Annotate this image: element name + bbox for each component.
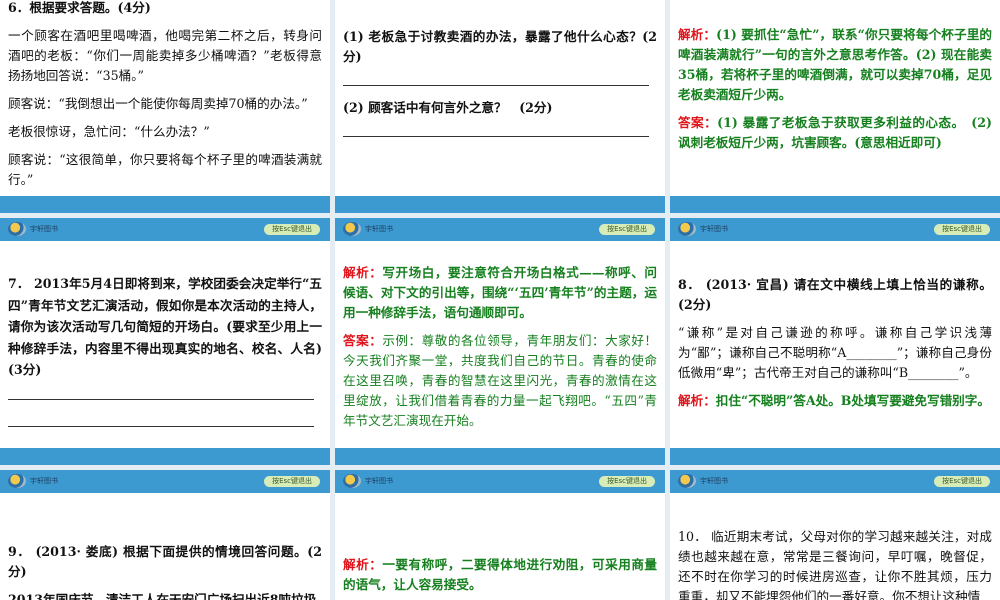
passage: 顾客说：“这很简单，你只要将每个杯子里的啤酒装满就行。”: [8, 152, 322, 187]
slide-header-bar: 宇轩图书 按Esc键退出: [335, 218, 665, 241]
slide-header-bar: 宇轩图书 按Esc键退出: [670, 218, 1000, 241]
question-text: 9． (2013· 娄底) 根据下面提供的情境回答问题。(2分): [8, 544, 322, 579]
slide-footer-bar: [0, 448, 330, 465]
publisher-logo-icon: [678, 222, 696, 236]
slide-7-question[interactable]: 宇轩图书 按Esc键退出 7． 2013年5月4日即将到来，学校团委会决定举行“…: [0, 218, 330, 465]
analysis-label: 解析：: [343, 265, 383, 280]
slide-footer-bar: [0, 196, 330, 213]
esc-exit-button[interactable]: 按Esc键退出: [264, 224, 320, 235]
publisher-logo-icon: [343, 222, 361, 236]
analysis-label: 解析：: [343, 557, 383, 572]
answer-text: 示例：尊敬的各位领导，青年朋友们：大家好！今天我们齐聚一堂，共度我们自己的节日。…: [343, 333, 658, 428]
brand-name: 宇轩图书: [700, 225, 728, 233]
slide-header-bar: 宇轩图书 按Esc键退出: [670, 470, 1000, 493]
brand-name: 宇轩图书: [700, 477, 728, 485]
passage: “谦称”是对自己谦逊的称呼。谦称自己学识浅薄为“鄙”；谦称自己不聪明称“A___…: [678, 325, 992, 380]
analysis-text: (1) 要抓住“急忙”，联系“你只要将每个杯子里的啤酒装满就行”一句的言外之意思…: [678, 27, 993, 102]
analysis-text: 写开场白，要注意符合开场白格式——称呼、问候语、对下文的引出等，围绕“‘五四’青…: [343, 265, 658, 320]
answer-label: 答案：: [343, 333, 383, 348]
answer-line: [343, 136, 649, 137]
slide-footer-bar: [335, 196, 665, 213]
slide-header-bar: 宇轩图书 按Esc键退出: [0, 218, 330, 241]
slide-6-answer[interactable]: 解析：(1) 要抓住“急忙”，联系“你只要将每个杯子里的啤酒装满就行”一句的言外…: [670, 0, 1000, 213]
slide-7-answer[interactable]: 宇轩图书 按Esc键退出 解析：写开场白，要注意符合开场白格式——称呼、问候语、…: [335, 218, 665, 465]
analysis-text: 一要有称呼，二要得体地进行劝阻，可采用商量的语气，让人容易接受。: [343, 557, 658, 592]
brand-name: 宇轩图书: [30, 477, 58, 485]
question-title: 6．根据要求答题。(4分): [8, 0, 151, 15]
answer-text: (1) 暴露了老板急于获取更多利益的心态。 (2) 讽刺老板短斤少两，坑害顾客。…: [678, 115, 992, 150]
esc-exit-button[interactable]: 按Esc键退出: [264, 476, 320, 487]
slide-6-subquestions[interactable]: (1) 老板急于讨教卖酒的办法，暴露了他什么心态？(2分) (2) 顾客话中有何…: [335, 0, 665, 213]
sub-question-2: (2) 顾客话中有何言外之意？ (2分): [343, 100, 553, 115]
slide-6-question[interactable]: 6．根据要求答题。(4分) 一个顾客在酒吧里喝啤酒，他喝完第二杯之后，转身问酒吧…: [0, 0, 330, 213]
slide-footer-bar: [670, 196, 1000, 213]
passage: 2013年国庆节，清洁工人在天安门广场扫出近8吨垃圾: [8, 592, 317, 600]
answer-line: [343, 85, 649, 86]
publisher-logo-icon: [8, 222, 26, 236]
sub-question-1: (1) 老板急于讨教卖酒的办法，暴露了他什么心态？(2分): [343, 29, 657, 64]
analysis-label: 解析：: [678, 27, 717, 42]
slide-header-bar: 宇轩图书 按Esc键退出: [335, 470, 665, 493]
analysis-text: 扣住“不聪明”答A处。B处填写要避免写错别字。: [715, 393, 990, 408]
slide-9-question[interactable]: 宇轩图书 按Esc键退出 9． (2013· 娄底) 根据下面提供的情境回答问题…: [0, 470, 330, 600]
question-text: 7． 2013年5月4日即将到来，学校团委会决定举行“五四”青年节文艺汇演活动，…: [8, 276, 322, 377]
question-text: 10． 临近期末考试，父母对你的学习越来越关注，对成绩也越来越在意，常常是三餐询…: [678, 529, 992, 600]
brand-name: 宇轩图书: [30, 225, 58, 233]
slide-footer-bar: [335, 448, 665, 465]
passage: 老板很惊讶，急忙问：“什么办法？”: [8, 124, 210, 139]
question-text: 8． (2013· 宜昌) 请在文中横线上填上恰当的谦称。(2分): [678, 277, 992, 312]
passage: 一个顾客在酒吧里喝啤酒，他喝完第二杯之后，转身问酒吧的老板：“你们一周能卖掉多少…: [8, 28, 322, 83]
answer-line: [8, 398, 314, 400]
brand-name: 宇轩图书: [365, 477, 393, 485]
passage: 顾客说：“我倒想出一个能使你每周卖掉70桶的办法。”: [8, 96, 308, 111]
slide-footer-bar: [670, 448, 1000, 465]
brand-name: 宇轩图书: [365, 225, 393, 233]
slide-10-question[interactable]: 宇轩图书 按Esc键退出 10． 临近期末考试，父母对你的学习越来越关注，对成绩…: [670, 470, 1000, 600]
esc-exit-button[interactable]: 按Esc键退出: [599, 476, 655, 487]
slide-8-question[interactable]: 宇轩图书 按Esc键退出 8． (2013· 宜昌) 请在文中横线上填上恰当的谦…: [670, 218, 1000, 465]
publisher-logo-icon: [678, 474, 696, 488]
analysis-label: 解析：: [678, 393, 716, 408]
slide-header-bar: 宇轩图书 按Esc键退出: [0, 470, 330, 493]
answer-label: 答案：: [678, 115, 718, 130]
publisher-logo-icon: [343, 474, 361, 488]
slide-9-answer[interactable]: 宇轩图书 按Esc键退出 解析：一要有称呼，二要得体地进行劝阻，可采用商量的语气…: [335, 470, 665, 600]
esc-exit-button[interactable]: 按Esc键退出: [599, 224, 655, 235]
publisher-logo-icon: [8, 474, 26, 488]
esc-exit-button[interactable]: 按Esc键退出: [934, 224, 990, 235]
esc-exit-button[interactable]: 按Esc键退出: [934, 476, 990, 487]
answer-line: [8, 425, 314, 427]
